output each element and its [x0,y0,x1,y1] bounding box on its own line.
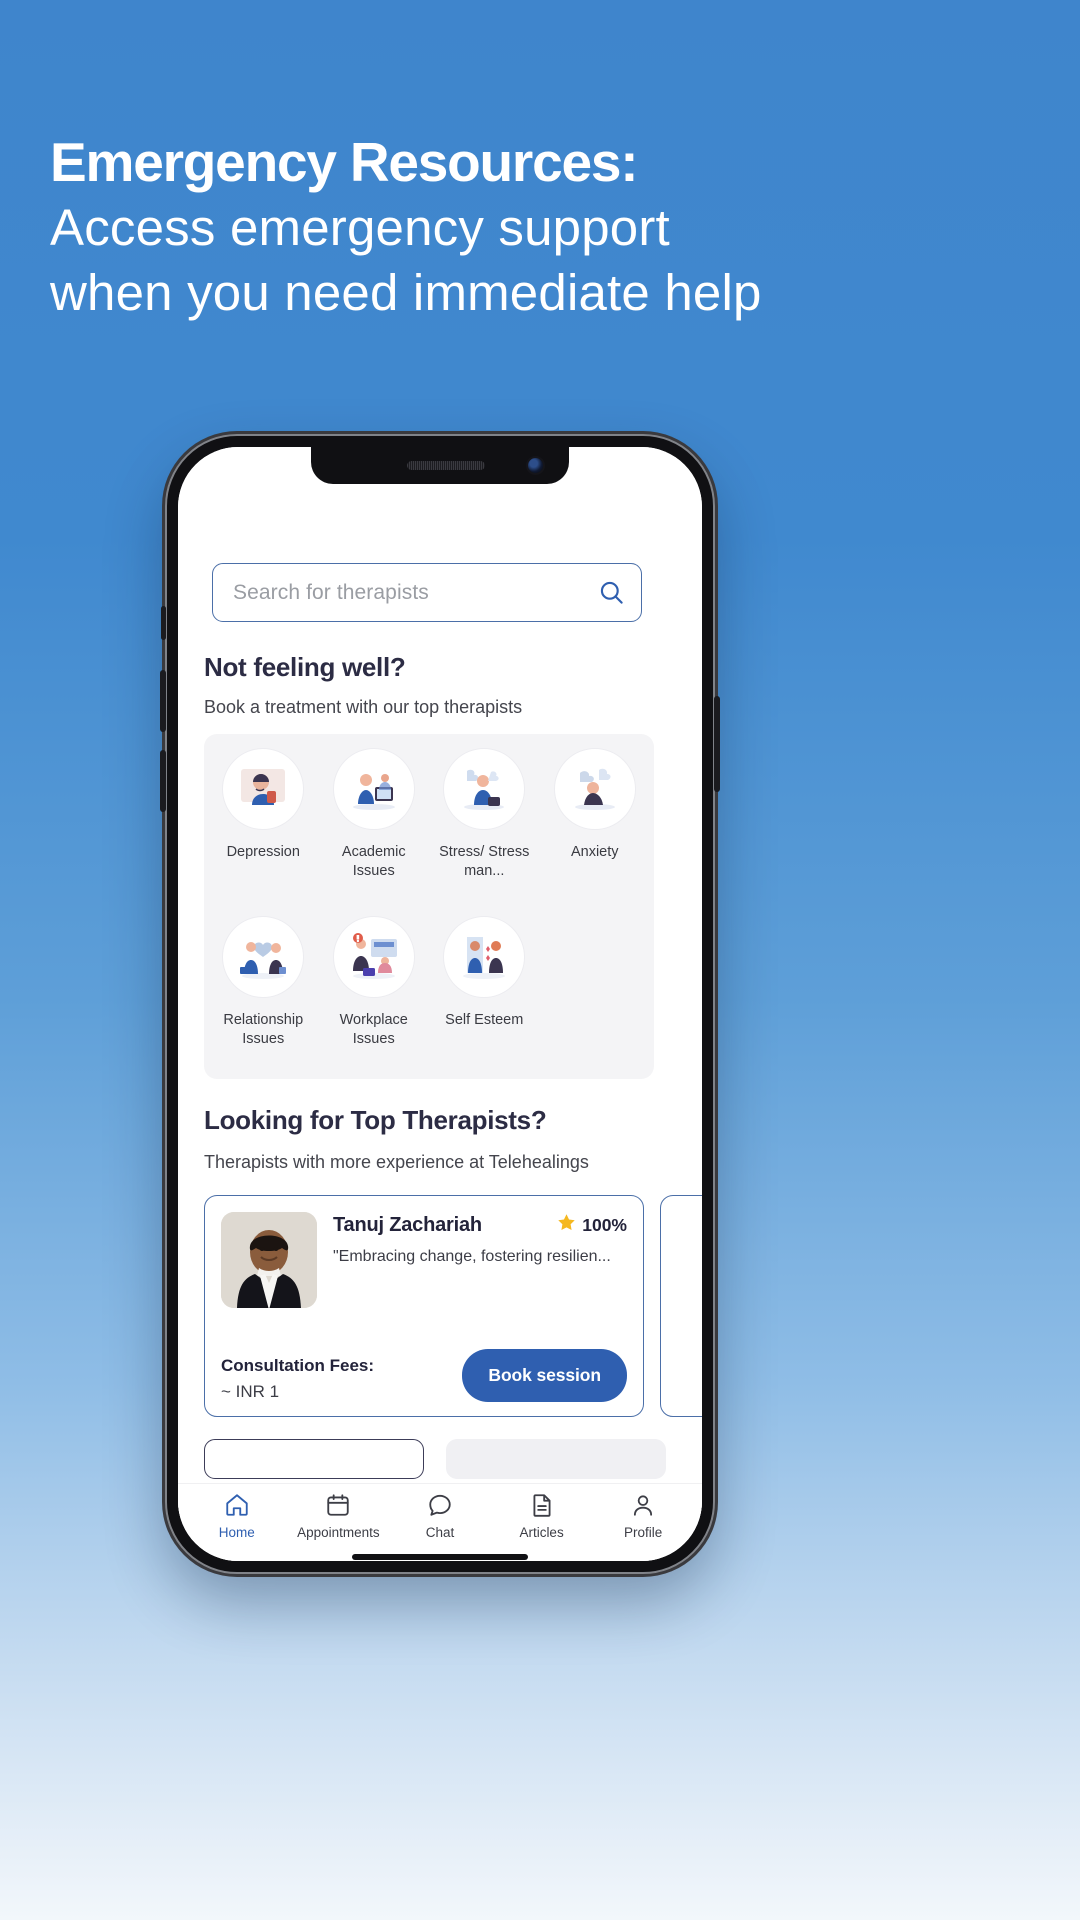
depression-illustration [222,748,305,830]
phone-screen: Search for therapists Not feeling well? … [178,447,702,1561]
category-item-anxiety[interactable]: Anxiety [540,748,651,916]
fees-label: Consultation Fees: [221,1356,375,1375]
tab-profile[interactable]: Profile [592,1492,694,1540]
category-item-depression[interactable]: Depression [208,748,319,916]
therapist-card-next-peek[interactable] [660,1195,702,1417]
category-item-stress-management[interactable]: Stress/ Stress man... [429,748,540,916]
self-esteem-illustration [443,916,526,998]
home-indicator [352,1554,528,1560]
power-button[interactable] [714,696,720,792]
tab-label: Chat [425,1524,455,1540]
workplace-issues-illustration [332,916,415,998]
therapist-card-top: Tanuj Zachariah 100% "Embracing change, … [221,1212,627,1308]
therapist-name-row: Tanuj Zachariah 100% [333,1212,627,1238]
below-fold-card-right[interactable] [446,1439,666,1479]
therapist-quote: "Embracing change, fostering resilien... [333,1248,611,1265]
tab-label: Home [218,1524,255,1540]
category-item-relationship-issues[interactable]: Relationship Issues [208,916,319,1084]
mute-switch[interactable] [161,606,166,640]
rating: 100% [556,1212,627,1238]
earpiece-speaker-icon [407,461,485,470]
academic-issues-illustration [332,748,415,830]
chat-bubble-icon [427,1492,453,1518]
search-placeholder: Search for therapists [233,580,429,604]
book-session-button[interactable]: Book session [462,1349,627,1402]
tab-home[interactable]: Home [186,1492,288,1540]
therapist-card[interactable]: Tanuj Zachariah 100% "Embracing change, … [204,1195,644,1417]
avatar [221,1212,317,1308]
app-screen: Search for therapists Not feeling well? … [178,447,702,1561]
categories-panel: Depression Academic Issues Stress/ Stres… [204,734,654,1079]
stress-management-illustration [443,748,526,830]
star-icon [556,1212,577,1238]
therapist-name: Tanuj Zachariah [333,1213,482,1236]
therapist-card-bottom: Consultation Fees: ~ INR 1 Book session [221,1349,627,1402]
category-item-workplace-issues[interactable]: Workplace Issues [319,916,430,1084]
category-label: Workplace Issues [339,1012,408,1048]
consultation-fees: Consultation Fees: ~ INR 1 [221,1356,374,1402]
categories-subtitle: Book a treatment with our top therapists [204,697,523,717]
app-scroll-area[interactable]: Search for therapists Not feeling well? … [178,447,702,1483]
category-label: Stress/ Stress man... [439,844,530,880]
relationship-issues-illustration [222,916,305,998]
tab-label: Profile [624,1524,663,1540]
therapist-meta: Tanuj Zachariah 100% "Embracing change, … [317,1212,627,1308]
fees-value: ~ INR 1 [221,1382,280,1401]
tab-label: Appointments [297,1524,380,1540]
therapists-title: Looking for Top Therapists? [204,1105,547,1135]
phone-mockup: Search for therapists Not feeling well? … [160,434,720,1574]
category-label: Self Esteem [445,1012,524,1028]
categories-title: Not feeling well? [204,652,406,682]
volume-down-button[interactable] [160,750,166,812]
home-icon [224,1492,250,1518]
tab-articles[interactable]: Articles [491,1492,593,1540]
promo-headline: Emergency Resources: Access emergency su… [50,130,950,325]
person-icon [630,1492,656,1518]
category-item-self-esteem[interactable]: Self Esteem [429,916,540,1084]
calendar-icon [325,1492,351,1518]
headline-line-3: when you need immediate help [50,264,762,322]
category-label: Relationship Issues [223,1012,304,1048]
headline-bold-line: Emergency Resources: [50,131,639,193]
tab-appointments[interactable]: Appointments [288,1492,390,1540]
front-camera-icon [528,458,543,473]
volume-up-button[interactable] [160,670,166,732]
tab-label: Articles [519,1524,564,1540]
rating-value: 100% [582,1214,627,1235]
category-item-academic-issues[interactable]: Academic Issues [319,748,430,916]
below-fold-card-left[interactable] [204,1439,424,1479]
document-icon [529,1492,555,1518]
search-input[interactable]: Search for therapists [212,563,642,622]
tab-chat[interactable]: Chat [389,1492,491,1540]
phone-notch [311,447,569,484]
bottom-tab-bar: Home Appointments Chat Articles Profile [178,1483,702,1561]
headline-line-2: Access emergency support [50,198,670,256]
categories-grid: Depression Academic Issues Stress/ Stres… [204,734,654,1079]
anxiety-illustration [553,748,636,830]
below-fold-row [204,1439,666,1479]
category-label: Anxiety [570,844,619,860]
category-label: Depression [226,844,300,860]
therapists-subtitle: Therapists with more experience at Teleh… [204,1152,589,1172]
category-label: Academic Issues [341,844,406,880]
search-icon[interactable] [598,579,625,606]
